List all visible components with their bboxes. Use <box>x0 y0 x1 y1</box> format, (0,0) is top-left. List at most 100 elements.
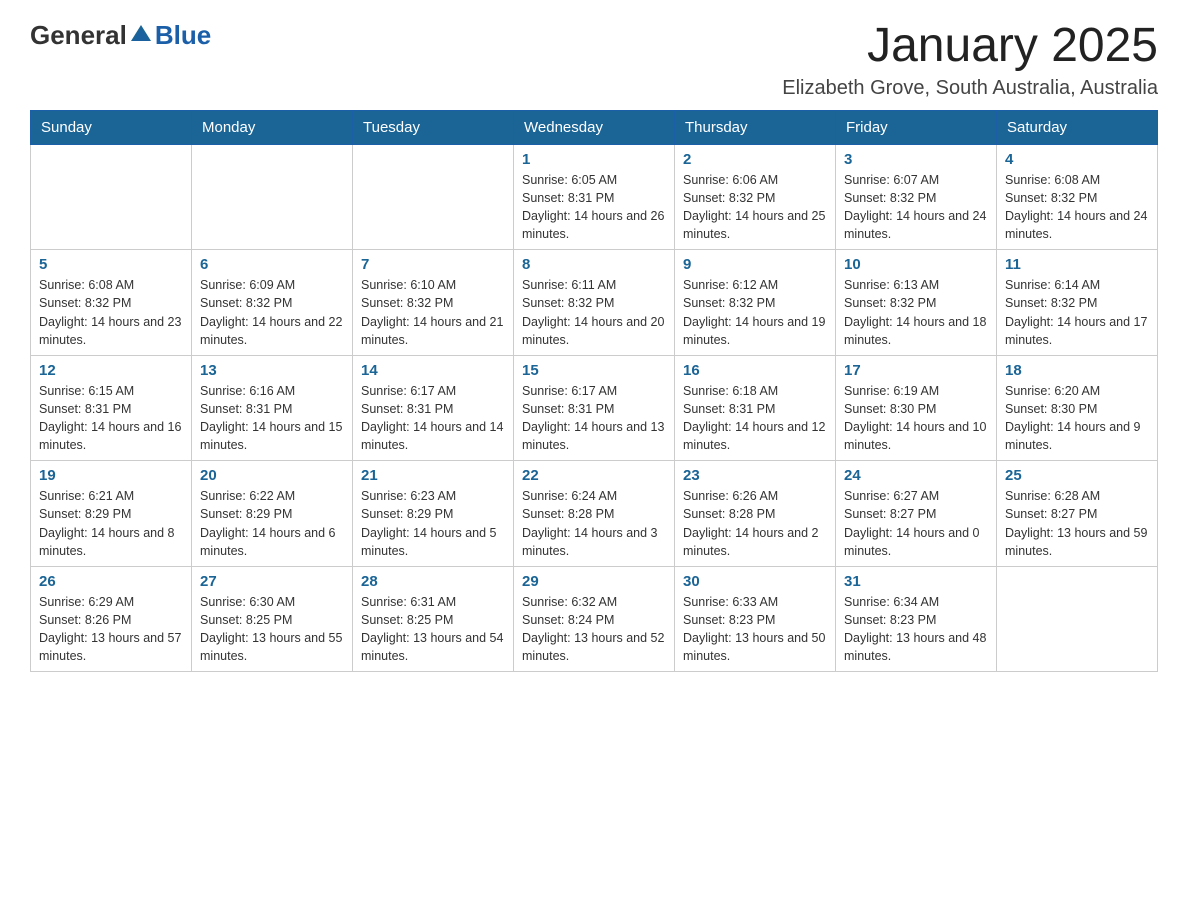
calendar-cell: 16Sunrise: 6:18 AMSunset: 8:31 PMDayligh… <box>675 355 836 461</box>
calendar-cell: 25Sunrise: 6:28 AMSunset: 8:27 PMDayligh… <box>997 461 1158 567</box>
calendar-cell: 2 Sunrise: 6:06 AMSunset: 8:32 PMDaylight… <box>675 144 836 250</box>
calendar-cell: 20 Sunrise: 6:22 AMSunset: 8:29 PMDayligh… <box>192 461 353 567</box>
header-wednesday: Wednesday <box>514 110 675 144</box>
logo-icon <box>127 21 155 49</box>
day-info: Sunrise: 6:06 AMSunset: 8:32 PMDaylight:… <box>683 171 827 244</box>
month-title: January 2025 <box>782 20 1158 73</box>
day-number: 24 <box>844 467 988 484</box>
calendar-table: SundayMondayTuesdayWednesdayThursdayFrid… <box>30 110 1158 673</box>
location-title: Elizabeth Grove, South Australia, Austra… <box>782 77 1158 100</box>
day-number: 5 <box>39 256 183 273</box>
day-info: Sunrise: 6:11 AMSunset: 8:32 PMDaylight:… <box>522 276 666 349</box>
day-info: Sunrise: 6:33 AMSunset: 8:23 PMDaylight:… <box>683 593 827 666</box>
calendar-cell: 17Sunrise: 6:19 AMSunset: 8:30 PMDayligh… <box>836 355 997 461</box>
day-number: 14 <box>361 362 505 379</box>
calendar-cell <box>997 566 1158 672</box>
week-row-3: 19 Sunrise: 6:21 AMSunset: 8:29 PMDayligh… <box>31 461 1158 567</box>
day-number: 23 <box>683 467 827 484</box>
day-info: Sunrise: 6:22 AMSunset: 8:29 PMDaylight:… <box>200 487 344 560</box>
calendar-cell: 10Sunrise: 6:13 AMSunset: 8:32 PMDayligh… <box>836 250 997 356</box>
day-number: 12 <box>39 362 183 379</box>
day-number: 28 <box>361 573 505 590</box>
day-info: Sunrise: 6:14 AMSunset: 8:32 PMDaylight:… <box>1005 276 1149 349</box>
day-info: Sunrise: 6:08 AMSunset: 8:32 PMDaylight:… <box>1005 171 1149 244</box>
day-number: 27 <box>200 573 344 590</box>
day-info: Sunrise: 6:15 AMSunset: 8:31 PMDaylight:… <box>39 382 183 455</box>
day-number: 30 <box>683 573 827 590</box>
calendar-cell: 12 Sunrise: 6:15 AMSunset: 8:31 PMDayligh… <box>31 355 192 461</box>
day-number: 20 <box>200 467 344 484</box>
day-number: 2 <box>683 151 827 168</box>
day-number: 10 <box>844 256 988 273</box>
calendar-cell: 26 Sunrise: 6:29 AMSunset: 8:26 PMDayligh… <box>31 566 192 672</box>
day-number: 11 <box>1005 256 1149 273</box>
calendar-cell: 28Sunrise: 6:31 AMSunset: 8:25 PMDayligh… <box>353 566 514 672</box>
calendar-cell: 11 Sunrise: 6:14 AMSunset: 8:32 PMDayligh… <box>997 250 1158 356</box>
day-info: Sunrise: 6:17 AMSunset: 8:31 PMDaylight:… <box>522 382 666 455</box>
week-row-4: 26 Sunrise: 6:29 AMSunset: 8:26 PMDayligh… <box>31 566 1158 672</box>
day-number: 22 <box>522 467 666 484</box>
calendar-cell: 14 Sunrise: 6:17 AMSunset: 8:31 PMDayligh… <box>353 355 514 461</box>
day-number: 13 <box>200 362 344 379</box>
day-info: Sunrise: 6:10 AMSunset: 8:32 PMDaylight:… <box>361 276 505 349</box>
day-info: Sunrise: 6:19 AMSunset: 8:30 PMDaylight:… <box>844 382 988 455</box>
day-info: Sunrise: 6:21 AMSunset: 8:29 PMDaylight:… <box>39 487 183 560</box>
day-number: 19 <box>39 467 183 484</box>
calendar-cell: 23Sunrise: 6:26 AMSunset: 8:28 PMDayligh… <box>675 461 836 567</box>
calendar-cell: 1 Sunrise: 6:05 AMSunset: 8:31 PMDaylight… <box>514 144 675 250</box>
day-info: Sunrise: 6:32 AMSunset: 8:24 PMDaylight:… <box>522 593 666 666</box>
header-sunday: Sunday <box>31 110 192 144</box>
calendar-cell: 31 Sunrise: 6:34 AMSunset: 8:23 PMDayligh… <box>836 566 997 672</box>
day-info: Sunrise: 6:12 AMSunset: 8:32 PMDaylight:… <box>683 276 827 349</box>
day-info: Sunrise: 6:30 AMSunset: 8:25 PMDaylight:… <box>200 593 344 666</box>
calendar-cell: 5 Sunrise: 6:08 AMSunset: 8:32 PMDaylight… <box>31 250 192 356</box>
calendar-cell: 15Sunrise: 6:17 AMSunset: 8:31 PMDayligh… <box>514 355 675 461</box>
calendar-cell: 21 Sunrise: 6:23 AMSunset: 8:29 PMDayligh… <box>353 461 514 567</box>
day-info: Sunrise: 6:17 AMSunset: 8:31 PMDaylight:… <box>361 382 505 455</box>
header-friday: Friday <box>836 110 997 144</box>
calendar-cell <box>31 144 192 250</box>
day-info: Sunrise: 6:27 AMSunset: 8:27 PMDaylight:… <box>844 487 988 560</box>
title-area: January 2025 Elizabeth Grove, South Aust… <box>782 20 1158 100</box>
day-number: 18 <box>1005 362 1149 379</box>
day-number: 26 <box>39 573 183 590</box>
day-number: 3 <box>844 151 988 168</box>
week-row-0: 1 Sunrise: 6:05 AMSunset: 8:31 PMDaylight… <box>31 144 1158 250</box>
day-number: 8 <box>522 256 666 273</box>
calendar-cell <box>192 144 353 250</box>
day-number: 21 <box>361 467 505 484</box>
day-info: Sunrise: 6:29 AMSunset: 8:26 PMDaylight:… <box>39 593 183 666</box>
calendar-cell: 4 Sunrise: 6:08 AMSunset: 8:32 PMDaylight… <box>997 144 1158 250</box>
calendar-cell <box>353 144 514 250</box>
day-number: 4 <box>1005 151 1149 168</box>
day-info: Sunrise: 6:08 AMSunset: 8:32 PMDaylight:… <box>39 276 183 349</box>
day-info: Sunrise: 6:09 AMSunset: 8:32 PMDaylight:… <box>200 276 344 349</box>
header-row: SundayMondayTuesdayWednesdayThursdayFrid… <box>31 110 1158 144</box>
day-info: Sunrise: 6:05 AMSunset: 8:31 PMDaylight:… <box>522 171 666 244</box>
day-number: 31 <box>844 573 988 590</box>
day-info: Sunrise: 6:20 AMSunset: 8:30 PMDaylight:… <box>1005 382 1149 455</box>
day-info: Sunrise: 6:24 AMSunset: 8:28 PMDaylight:… <box>522 487 666 560</box>
header-thursday: Thursday <box>675 110 836 144</box>
day-number: 6 <box>200 256 344 273</box>
day-info: Sunrise: 6:16 AMSunset: 8:31 PMDaylight:… <box>200 382 344 455</box>
day-number: 29 <box>522 573 666 590</box>
logo-general: General <box>30 20 127 51</box>
day-number: 1 <box>522 151 666 168</box>
day-info: Sunrise: 6:23 AMSunset: 8:29 PMDaylight:… <box>361 487 505 560</box>
calendar-cell: 27 Sunrise: 6:30 AMSunset: 8:25 PMDayligh… <box>192 566 353 672</box>
day-info: Sunrise: 6:34 AMSunset: 8:23 PMDaylight:… <box>844 593 988 666</box>
day-number: 16 <box>683 362 827 379</box>
logo: General Blue <box>30 20 211 51</box>
calendar-cell: 18 Sunrise: 6:20 AMSunset: 8:30 PMDayligh… <box>997 355 1158 461</box>
week-row-2: 12 Sunrise: 6:15 AMSunset: 8:31 PMDayligh… <box>31 355 1158 461</box>
week-row-1: 5 Sunrise: 6:08 AMSunset: 8:32 PMDaylight… <box>31 250 1158 356</box>
calendar-header: SundayMondayTuesdayWednesdayThursdayFrid… <box>31 110 1158 144</box>
calendar-cell: 19 Sunrise: 6:21 AMSunset: 8:29 PMDayligh… <box>31 461 192 567</box>
calendar-cell: 13 Sunrise: 6:16 AMSunset: 8:31 PMDayligh… <box>192 355 353 461</box>
logo-blue: Blue <box>155 20 211 51</box>
calendar-cell: 8 Sunrise: 6:11 AMSunset: 8:32 PMDaylight… <box>514 250 675 356</box>
header-monday: Monday <box>192 110 353 144</box>
calendar-cell: 9Sunrise: 6:12 AMSunset: 8:32 PMDaylight… <box>675 250 836 356</box>
day-number: 25 <box>1005 467 1149 484</box>
